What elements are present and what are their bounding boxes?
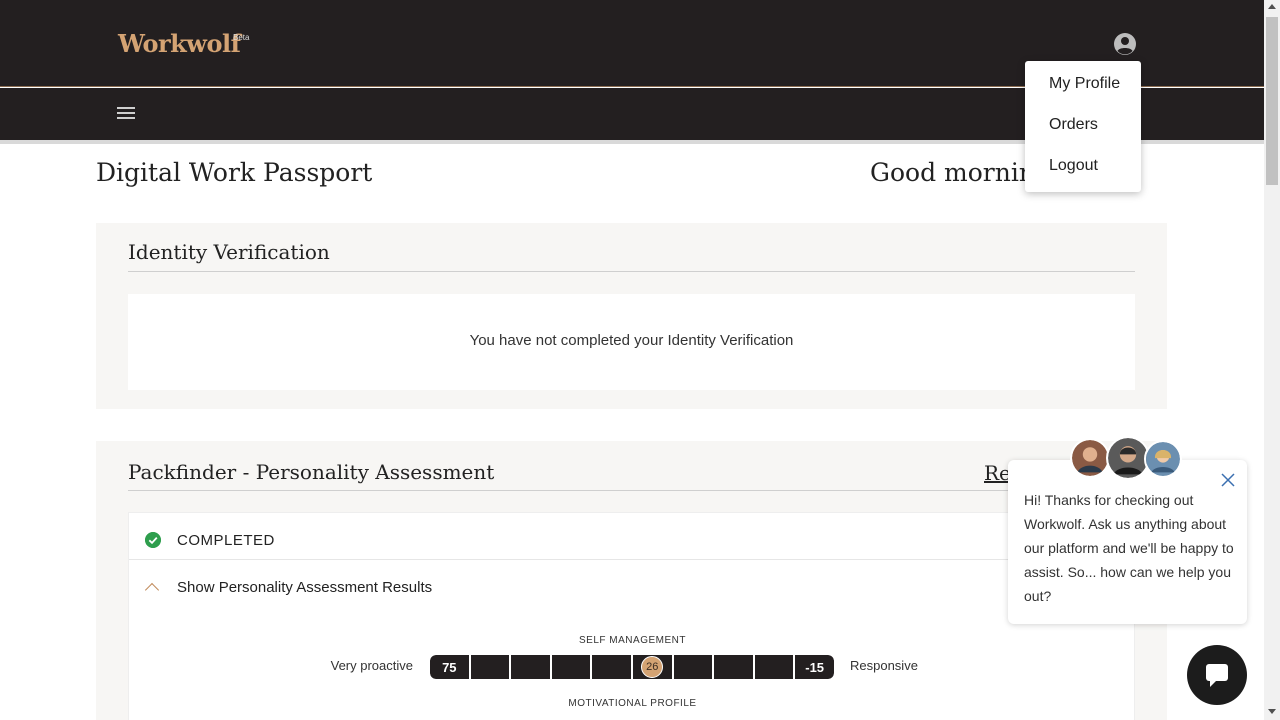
scale-min-value: 75	[430, 655, 469, 679]
identity-verification-card: Identity Verification You have not compl…	[96, 223, 1167, 409]
user-dropdown-menu: My Profile Orders Logout	[1025, 61, 1141, 192]
page-title: Digital Work Passport	[96, 158, 373, 187]
scale-title: SELF MANAGEMENT	[579, 635, 686, 646]
packfinder-card: Packfinder - Personality Assessment Re C…	[96, 441, 1167, 720]
scale-left-label: Very proactive	[330, 658, 413, 673]
status-row: COMPLETED	[129, 513, 1134, 560]
menu-item-logout[interactable]: Logout	[1049, 157, 1098, 175]
identity-verification-title: Identity Verification	[128, 240, 330, 264]
card-divider	[128, 271, 1135, 272]
scale-right-label: Responsive	[850, 658, 918, 673]
retake-link[interactable]: Re	[984, 461, 1011, 485]
user-circle-icon[interactable]	[1113, 32, 1137, 56]
scale-segment	[592, 655, 631, 679]
scale-segment	[551, 655, 591, 679]
packfinder-title: Packfinder - Personality Assessment	[128, 460, 495, 484]
status-badge: COMPLETED	[177, 532, 275, 549]
scale-segment	[511, 655, 550, 679]
assessment-panel: COMPLETED Show Personality Assessment Re…	[128, 512, 1135, 720]
check-circle-icon	[145, 532, 161, 548]
show-results-toggle[interactable]: Show Personality Assessment Results	[177, 579, 432, 596]
agent-avatar	[1144, 440, 1182, 478]
chat-launcher-button[interactable]	[1187, 645, 1247, 705]
self-management-scale: 75 26 -15	[430, 655, 834, 679]
menu-item-my-profile[interactable]: My Profile	[1049, 75, 1120, 93]
chat-bubble-icon	[1206, 664, 1228, 687]
identity-verification-panel: You have not completed your Identity Ver…	[128, 294, 1135, 390]
chat-message-bubble[interactable]: Hi! Thanks for checking out Workwolf. As…	[1008, 460, 1247, 624]
scale-marker: 26	[641, 656, 664, 678]
workwolf-logo[interactable]: Workwolf	[118, 29, 241, 58]
chat-message-text: Hi! Thanks for checking out Workwolf. As…	[1024, 492, 1234, 604]
close-icon[interactable]	[1220, 472, 1236, 488]
chevron-up-icon[interactable]	[144, 582, 160, 598]
page-scrollbar[interactable]	[1264, 0, 1280, 720]
scale-segment	[673, 655, 713, 679]
scroll-thumb[interactable]	[1266, 17, 1278, 185]
scale-title: MOTIVATIONAL PROFILE	[568, 698, 697, 709]
card-divider	[128, 490, 1135, 491]
agent-avatar	[1070, 438, 1110, 478]
hamburger-menu-icon[interactable]	[117, 107, 135, 121]
menu-item-orders[interactable]: Orders	[1049, 116, 1098, 134]
scroll-down-arrow-icon[interactable]	[1268, 709, 1276, 714]
scroll-up-arrow-icon[interactable]	[1268, 4, 1276, 9]
scale-max-value: -15	[795, 655, 834, 679]
scale-segment	[470, 655, 510, 679]
scale-segment: 26	[632, 655, 672, 679]
identity-verification-message: You have not completed your Identity Ver…	[469, 332, 794, 349]
beta-badge: Beta	[233, 33, 250, 42]
scale-segment	[754, 655, 794, 679]
scale-segment	[714, 655, 753, 679]
